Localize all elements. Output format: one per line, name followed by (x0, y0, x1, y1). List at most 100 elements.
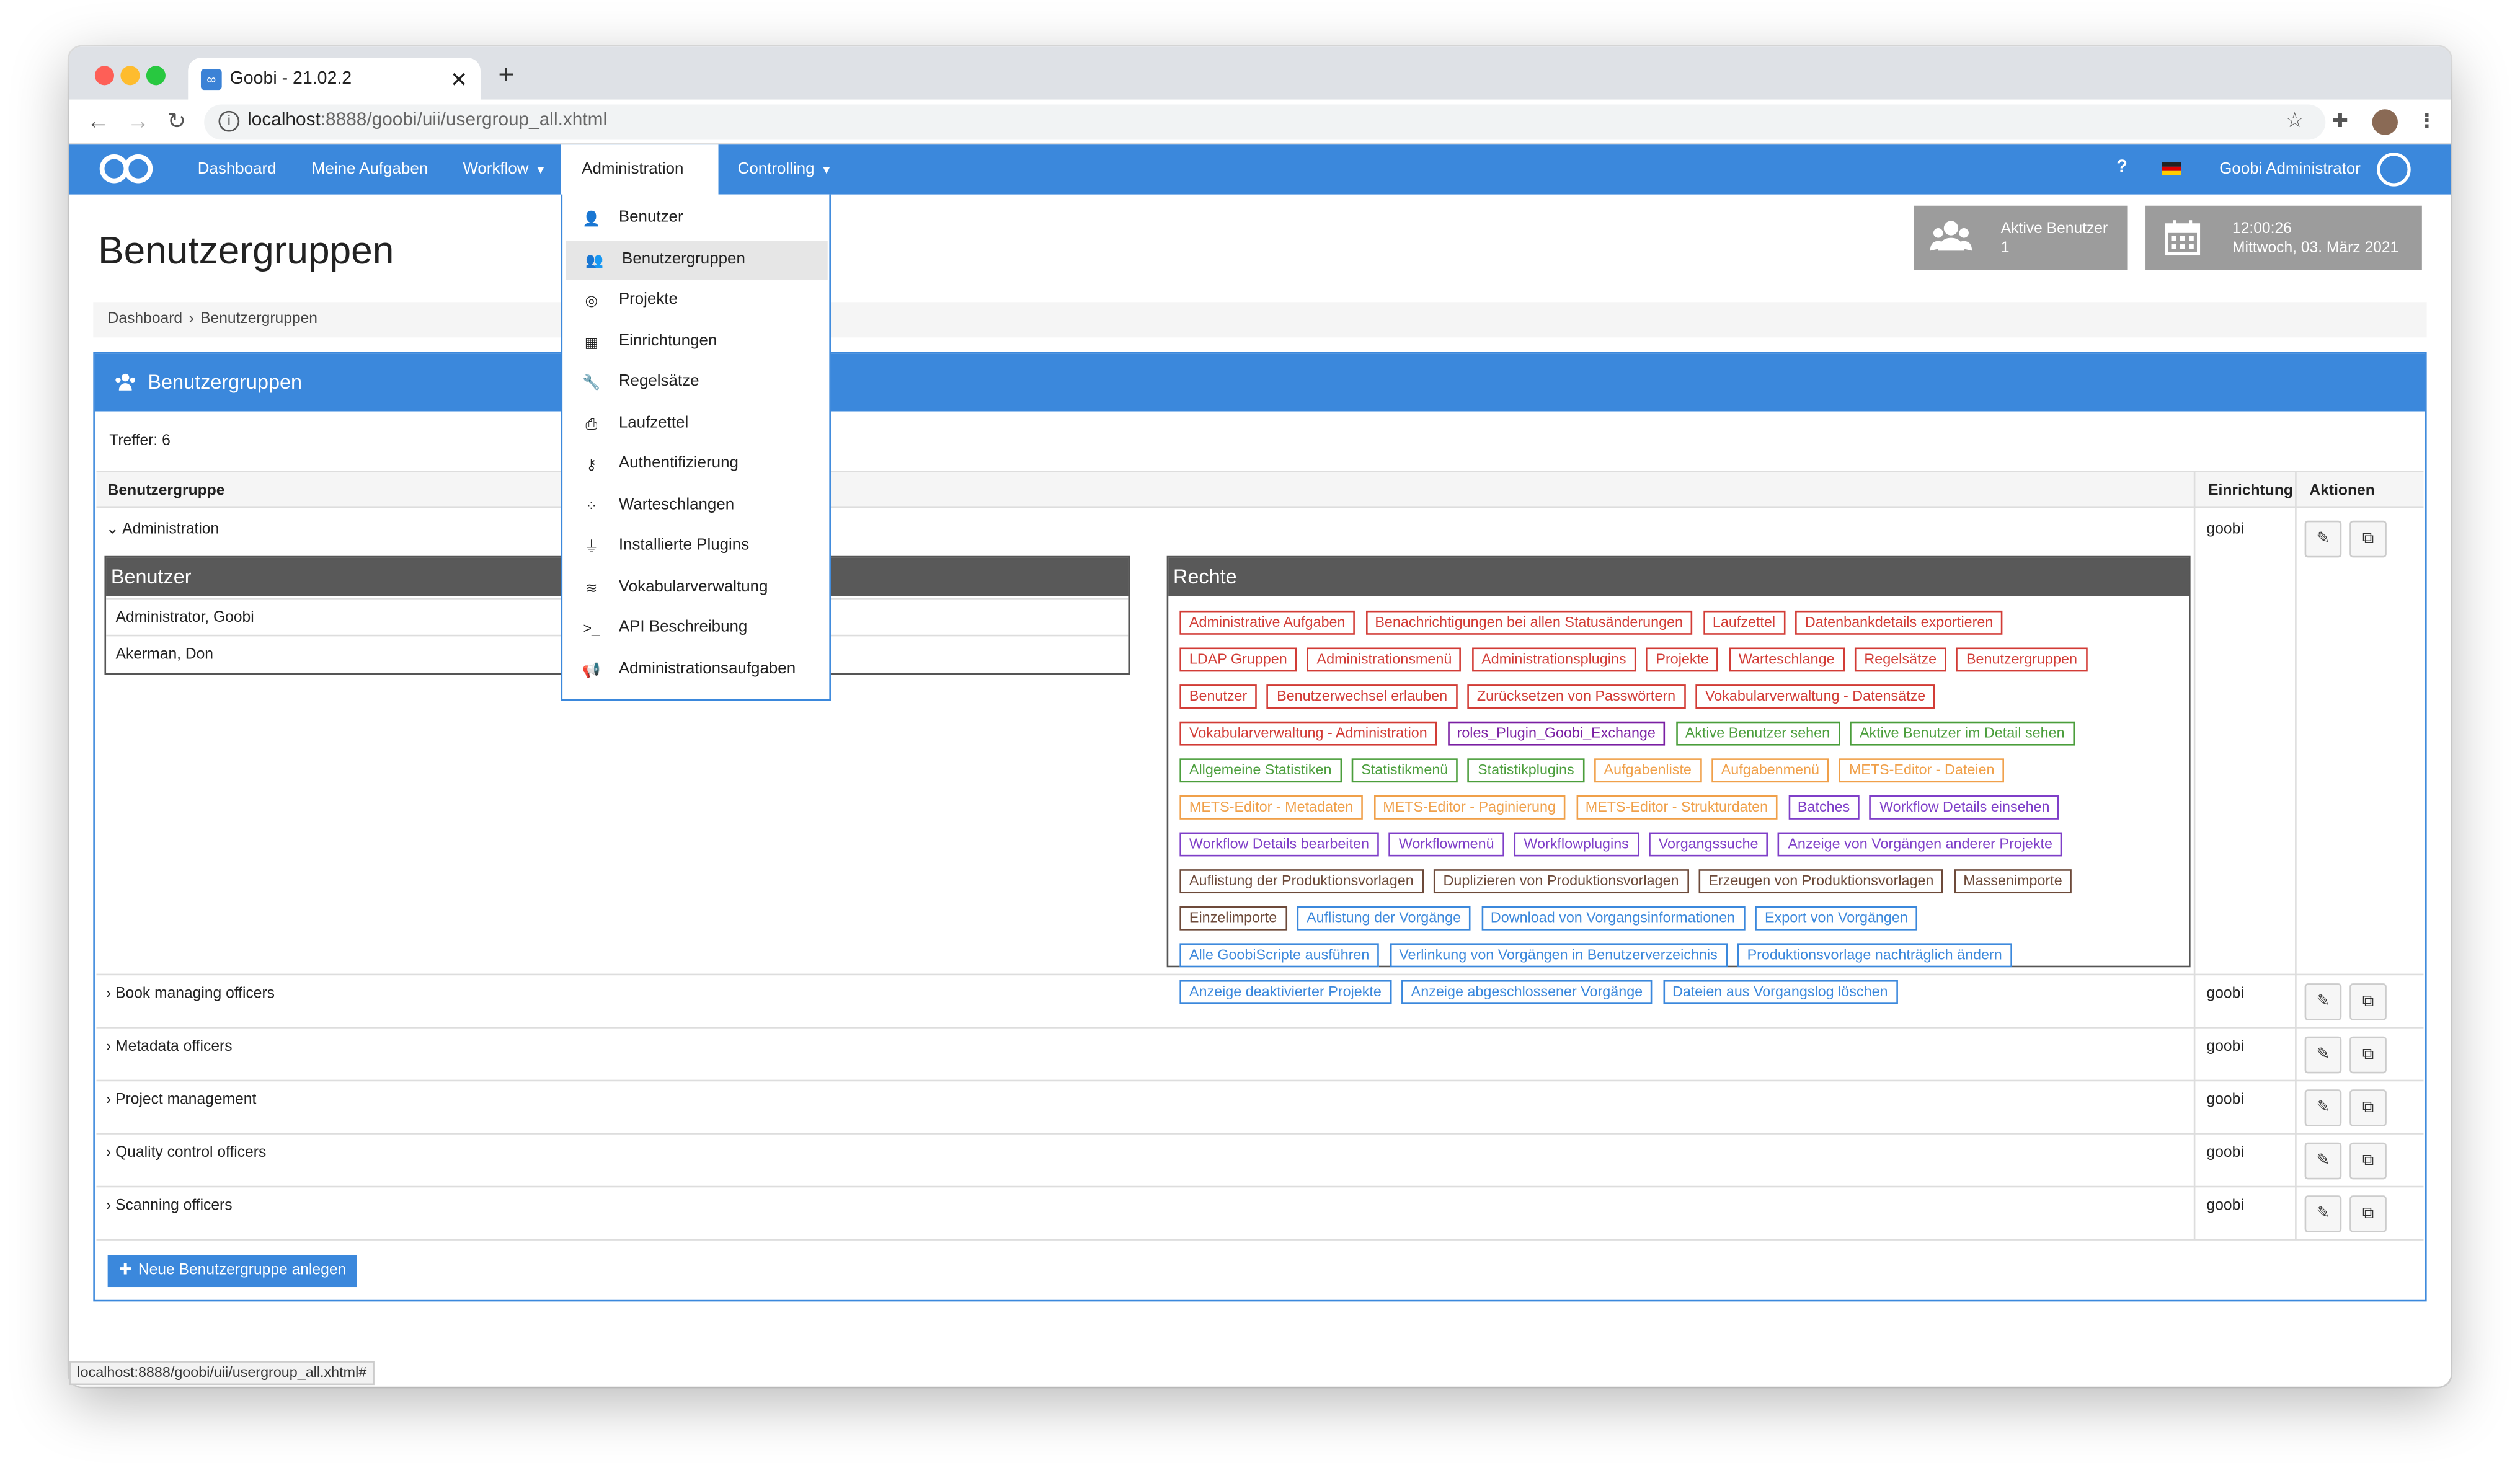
active-users-label: Aktive Benutzer (2000, 220, 2108, 238)
user-menu[interactable]: Goobi Administrator (2219, 144, 2361, 194)
right-tag: METS-Editor - Metadaten (1179, 795, 1363, 820)
help-icon[interactable]: ? (2116, 157, 2127, 177)
row-divider (96, 1027, 2424, 1029)
duplicate-button[interactable]: ⧉ (2349, 1195, 2387, 1232)
right-tag: Vorgangssuche (1649, 832, 1768, 857)
right-tag: Aufgabenliste (1594, 758, 1701, 783)
menu-item-authentifizierung[interactable]: ⚷ Authentifizierung (562, 445, 829, 484)
caret-down-icon: ▼ (820, 165, 832, 177)
right-tag: Benutzerwechsel erlauben (1267, 684, 1457, 709)
column-divider (2193, 471, 2196, 1239)
extensions-icon[interactable]: ✚ (2332, 109, 2348, 131)
profile-avatar[interactable] (2372, 109, 2398, 135)
nav-my-tasks[interactable]: Meine Aufgaben (312, 144, 428, 194)
right-tag: Projekte (1646, 647, 1719, 672)
menu-item-laufzettel[interactable]: ⎙ Laufzettel (562, 405, 829, 443)
right-tag: Benachrichtigungen bei allen Statusänder… (1365, 610, 1693, 635)
administration-dropdown: 👤 Benutzer 👥 Benutzergruppen ◎ Projekte ▦ Ei… (561, 194, 831, 701)
rights-list: Administrative Aufgaben Benachrichtigung… (1179, 606, 2176, 1012)
right-tag: Benutzer (1179, 684, 1257, 709)
row-divider (96, 1239, 2424, 1241)
right-tag: Dateien aus Vorgangslog löschen (1662, 980, 1898, 1004)
active-users-widget[interactable]: Aktive Benutzer 1 (1914, 205, 2128, 270)
menu-item-regelsaetze[interactable]: 🔧 Regelsätze (562, 363, 829, 402)
table-row-book-managing[interactable]: › Book managing officers (106, 985, 275, 1003)
reload-icon[interactable]: ↻ (167, 108, 186, 135)
menu-item-api[interactable]: >_ API Beschreibung (562, 609, 829, 647)
duplicate-button[interactable]: ⧉ (2349, 1142, 2387, 1180)
menu-item-benutzer[interactable]: 👤 Benutzer (562, 199, 829, 237)
edit-button[interactable]: ✎ (2304, 520, 2342, 558)
table-row-quality-control[interactable]: › Quality control officers (106, 1144, 266, 1162)
url-field[interactable]: i localhost:8888/goobi/uii/usergroup_all… (204, 104, 2326, 140)
nav-administration[interactable]: Administration (561, 144, 719, 197)
column-institution[interactable]: Einrichtung (2208, 482, 2293, 500)
browser-menu-icon[interactable]: ⋮ (2417, 109, 2436, 131)
right-tag: Workflowmenü (1389, 832, 1504, 857)
edit-button[interactable]: ✎ (2304, 1089, 2342, 1126)
browser-tab[interactable]: ∞ Goobi - 21.02.2 ✕ (188, 58, 481, 102)
menu-item-benutzergruppen[interactable]: 👥 Benutzergruppen (566, 241, 828, 280)
key-icon: ⚷ (586, 456, 597, 472)
column-usergroup[interactable]: Benutzergruppe (108, 482, 225, 500)
maximize-window-icon[interactable] (146, 66, 166, 86)
chevron-down-icon[interactable]: ⌄ (106, 521, 122, 539)
right-tag: roles_Plugin_Goobi_Exchange (1447, 721, 1666, 746)
table-row-scanning[interactable]: › Scanning officers (106, 1197, 232, 1215)
spinner-icon: ⁘ (585, 498, 598, 515)
right-tag: Statistikplugins (1468, 758, 1584, 783)
table-row-administration[interactable]: ⌄ Administration (106, 521, 219, 539)
site-info-icon[interactable]: i (218, 110, 240, 132)
forward-icon[interactable]: → (127, 108, 149, 133)
new-tab-icon[interactable]: + (498, 60, 514, 92)
edit-button[interactable]: ✎ (2304, 1195, 2342, 1232)
copy-icon: ⧉ (2362, 993, 2374, 1011)
right-tag: Massenimporte (1953, 869, 2072, 894)
duplicate-button[interactable]: ⧉ (2349, 1036, 2387, 1074)
user-avatar-icon[interactable] (2377, 153, 2411, 187)
right-tag: Alle GoobiScripte ausführen (1179, 943, 1379, 968)
menu-item-einrichtungen[interactable]: ▦ Einrichtungen (562, 323, 829, 361)
close-window-icon[interactable] (94, 66, 115, 86)
chevron-right-icon[interactable]: › (106, 1091, 115, 1109)
chevron-right-icon[interactable]: › (106, 985, 115, 1003)
pencil-icon: ✎ (2316, 993, 2330, 1011)
menu-item-warteschlangen[interactable]: ⁘ Warteschlangen (562, 487, 829, 525)
edit-button[interactable]: ✎ (2304, 983, 2342, 1020)
german-flag-icon[interactable] (2161, 162, 2181, 175)
terminal-icon: >_ (583, 620, 600, 637)
bullhorn-icon: 📢 (582, 662, 601, 678)
goobi-logo-icon[interactable] (98, 153, 154, 185)
menu-item-plugins[interactable]: ⏚ Installierte Plugins (562, 527, 829, 565)
menu-item-vokabularverwaltung[interactable]: ≋ Vokabularverwaltung (562, 569, 829, 607)
right-tag: Administrationsmenü (1307, 647, 1462, 672)
chevron-right-icon[interactable]: › (106, 1038, 115, 1056)
duplicate-button[interactable]: ⧉ (2349, 520, 2387, 558)
new-usergroup-button[interactable]: ✚ Neue Benutzergruppe anlegen (107, 1255, 358, 1288)
chevron-right-icon[interactable]: › (106, 1197, 115, 1215)
nav-controlling[interactable]: Controlling ▼ (738, 144, 832, 194)
tab-title: Goobi - 21.02.2 (229, 69, 352, 89)
bookmark-star-icon[interactable]: ☆ (2286, 108, 2304, 133)
copy-icon: ⧉ (2362, 1046, 2374, 1064)
calendar-icon (2165, 220, 2201, 256)
right-tag: Statistikmenü (1351, 758, 1458, 783)
minimize-window-icon[interactable] (120, 66, 140, 86)
chevron-right-icon[interactable]: › (106, 1144, 115, 1162)
menu-item-projekte[interactable]: ◎ Projekte (562, 281, 829, 320)
duplicate-button[interactable]: ⧉ (2349, 1089, 2387, 1126)
edit-button[interactable]: ✎ (2304, 1036, 2342, 1074)
menu-item-administrationsaufgaben[interactable]: 📢 Administrationsaufgaben (562, 651, 829, 689)
table-row-project-management[interactable]: › Project management (106, 1091, 256, 1109)
nav-dashboard[interactable]: Dashboard (198, 144, 277, 194)
user-icon: 👤 (582, 210, 601, 227)
breadcrumb-dashboard[interactable]: Dashboard (108, 310, 182, 328)
edit-button[interactable]: ✎ (2304, 1142, 2342, 1180)
nav-workflow[interactable]: Workflow ▼ (463, 144, 546, 194)
right-tag: Aktive Benutzer im Detail sehen (1850, 721, 2075, 746)
close-tab-icon[interactable]: ✕ (450, 58, 468, 101)
duplicate-button[interactable]: ⧉ (2349, 983, 2387, 1020)
users-icon (115, 373, 135, 391)
back-icon[interactable]: ← (87, 108, 109, 133)
table-row-metadata[interactable]: › Metadata officers (106, 1038, 232, 1056)
